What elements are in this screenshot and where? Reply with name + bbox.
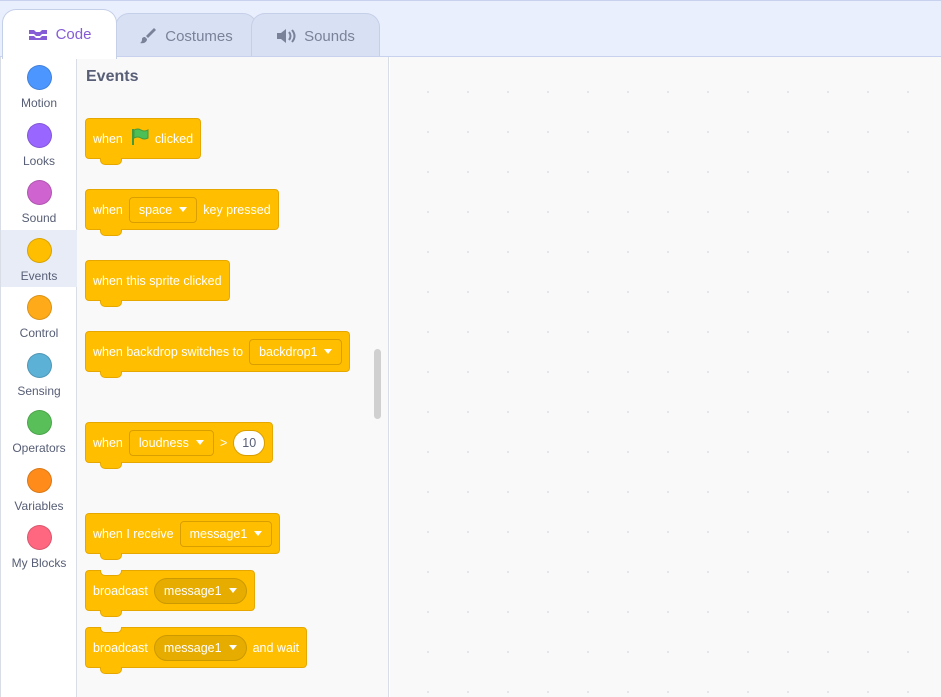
category-looks[interactable]: Looks	[1, 115, 77, 172]
tab-sounds[interactable]: Sounds	[251, 13, 380, 58]
broadcast-block[interactable]: broadcast message1	[85, 570, 255, 617]
broadcast-message-dropdown[interactable]: message1	[153, 577, 247, 604]
dropdown-value: message1	[163, 583, 222, 598]
category-label: My Blocks	[11, 556, 67, 570]
dropdown-value: space	[138, 202, 173, 217]
broadcast-and-wait-block[interactable]: broadcast message1 and wait	[85, 627, 308, 674]
category-label: Motion	[20, 96, 58, 110]
when-backdrop-switches-block[interactable]: when backdrop switches to backdrop1	[85, 315, 351, 378]
category-motion[interactable]: Motion	[1, 57, 77, 114]
block-text: broadcast	[93, 640, 148, 655]
chevron-down-icon	[254, 531, 263, 536]
editor-tabs: Code Costumes Sounds	[0, 0, 941, 59]
tab-code[interactable]: Code	[2, 9, 117, 59]
block-notch	[100, 158, 122, 165]
block-palette: Events when clicked when space key press…	[77, 57, 389, 697]
threshold-input[interactable]: 10	[233, 429, 266, 456]
dropdown-value: backdrop1	[259, 344, 318, 359]
dropdown-value: loudness	[138, 435, 189, 450]
tab-costumes[interactable]: Costumes	[115, 13, 257, 58]
block-text: when	[93, 435, 123, 450]
block-notch	[100, 371, 122, 378]
block-notch	[100, 229, 122, 236]
sensor-dropdown[interactable]: loudness	[128, 429, 214, 456]
dropdown-value: message1	[189, 526, 248, 541]
events-category-icon	[26, 238, 52, 263]
looks-category-icon	[26, 123, 52, 148]
backdrop-dropdown[interactable]: backdrop1	[249, 338, 343, 365]
tab-code-label: Code	[55, 26, 92, 43]
chevron-down-icon	[228, 588, 237, 593]
code-workspace: Motion Looks Sound Events Control Sensin…	[0, 56, 941, 697]
block-notch	[100, 610, 122, 617]
block-top-notch	[100, 627, 122, 633]
category-sound[interactable]: Sound	[1, 172, 77, 229]
operator-text: >	[219, 435, 228, 450]
category-label: Looks	[22, 154, 56, 168]
block-text: when	[93, 131, 123, 146]
chevron-down-icon	[228, 645, 237, 650]
motion-category-icon	[26, 65, 52, 90]
control-category-icon	[26, 295, 52, 320]
category-my-blocks[interactable]: My Blocks	[1, 517, 77, 574]
block-text: key pressed	[203, 202, 271, 217]
chevron-down-icon	[179, 207, 188, 212]
category-operators[interactable]: Operators	[1, 402, 77, 459]
block-text: when backdrop switches to	[93, 344, 244, 359]
sensing-category-icon	[26, 353, 52, 378]
block-notch	[100, 462, 122, 469]
block-text: broadcast	[93, 583, 148, 598]
variables-category-icon	[26, 468, 52, 493]
dropdown-value: message1	[163, 640, 222, 655]
block-top-notch	[100, 570, 122, 576]
block-notch	[100, 553, 122, 560]
operators-category-icon	[26, 410, 52, 435]
sound-category-icon	[26, 180, 52, 205]
message-dropdown[interactable]: message1	[179, 520, 273, 547]
block-notch	[100, 667, 122, 674]
chevron-down-icon	[324, 349, 333, 354]
when-loudness-block[interactable]: when loudness > 10	[85, 406, 274, 469]
my-blocks-category-icon	[26, 525, 52, 550]
category-control[interactable]: Control	[1, 287, 77, 344]
category-variables[interactable]: Variables	[1, 460, 77, 517]
tab-costumes-label: Costumes	[165, 27, 233, 45]
block-text: and wait	[252, 640, 300, 655]
tab-sounds-label: Sounds	[304, 27, 355, 45]
palette-section-title: Events	[86, 68, 139, 85]
category-sensing[interactable]: Sensing	[1, 345, 77, 402]
key-dropdown[interactable]: space	[128, 196, 198, 223]
category-label: Events	[20, 269, 58, 283]
category-label: Variables	[14, 499, 64, 513]
code-icon	[28, 27, 48, 43]
broadcast-wait-message-dropdown[interactable]: message1	[153, 634, 247, 661]
green-flag-icon	[129, 127, 149, 150]
hat-cap	[85, 244, 169, 274]
block-text: when	[93, 202, 123, 217]
block-text: clicked	[154, 131, 194, 146]
block-notch	[100, 300, 122, 307]
category-label: Sound	[21, 211, 57, 225]
block-text: when this sprite clicked	[93, 273, 222, 288]
paintbrush-icon	[139, 27, 157, 45]
when-flag-clicked-block[interactable]: when clicked	[85, 102, 202, 165]
palette-scrollbar[interactable]	[374, 349, 381, 419]
speaker-icon	[276, 28, 296, 44]
chevron-down-icon	[195, 440, 204, 445]
block-text: when I receive	[93, 526, 174, 541]
category-events[interactable]: Events	[1, 230, 77, 287]
when-key-pressed-block[interactable]: when space key pressed	[85, 173, 279, 236]
category-label: Operators	[12, 441, 66, 455]
category-label: Sensing	[17, 384, 61, 398]
category-label: Control	[19, 326, 59, 340]
when-sprite-clicked-block[interactable]: when this sprite clicked	[85, 244, 230, 307]
category-menu: Motion Looks Sound Events Control Sensin…	[0, 57, 77, 697]
scripts-area[interactable]	[390, 57, 941, 697]
when-i-receive-block[interactable]: when I receive message1	[85, 497, 281, 560]
